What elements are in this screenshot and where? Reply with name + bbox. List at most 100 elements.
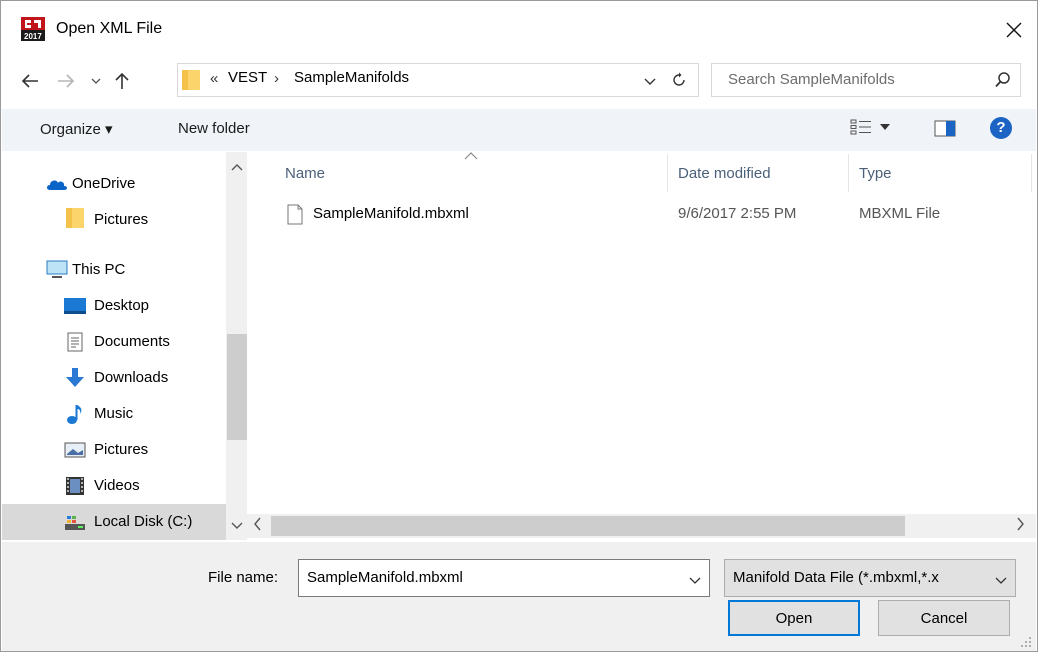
up-button[interactable] — [111, 69, 133, 93]
nav-item-local-disk[interactable]: Local Disk (C:) — [2, 504, 226, 540]
nav-label: Music — [94, 405, 134, 422]
recent-locations-button[interactable] — [85, 69, 107, 93]
nav-item-desktop[interactable]: Desktop — [2, 288, 226, 324]
overflow-chevron[interactable]: « — [210, 70, 218, 87]
pictures-icon — [64, 440, 86, 460]
organize-button[interactable]: Organize ▾ — [40, 120, 113, 138]
computer-icon — [46, 260, 68, 280]
breadcrumb-vest[interactable]: VEST — [228, 69, 267, 86]
command-bar: Organize ▾ New folder ? — [2, 109, 1036, 151]
search-icon — [994, 71, 1012, 93]
nav-label: Pictures — [94, 211, 149, 228]
open-button[interactable]: Open — [728, 600, 860, 636]
column-label: Type — [859, 165, 892, 182]
scroll-left-icon[interactable] — [253, 517, 261, 535]
app-logo-icon: 2017 — [21, 17, 45, 41]
local-disk-icon — [64, 512, 86, 532]
chevron-down-icon — [644, 78, 656, 85]
file-list-pane: Name Date modified Type SampleManifold.m… — [247, 152, 1036, 540]
refresh-icon — [673, 72, 685, 86]
chevron-down-icon[interactable] — [689, 572, 701, 589]
search-input[interactable]: Search SampleManifolds — [711, 63, 1021, 97]
open-file-dialog: 2017 Open XML File « VEST › SampleManifo… — [0, 0, 1038, 652]
address-dropdown-button[interactable] — [644, 73, 656, 90]
music-icon — [64, 404, 86, 424]
nav-vertical-scrollbar[interactable] — [226, 152, 248, 540]
file-type-select[interactable]: Manifold Data File (*.mbxml,*.x — [724, 559, 1016, 597]
svg-text:2017: 2017 — [24, 32, 42, 41]
folder-icon — [64, 208, 86, 228]
file-name: SampleManifold.mbxml — [313, 205, 469, 222]
nav-label: Desktop — [94, 297, 150, 314]
close-button[interactable] — [991, 1, 1037, 59]
file-name-label: File name: — [208, 569, 279, 586]
nav-label: Videos — [94, 477, 140, 494]
close-icon — [1006, 22, 1022, 38]
scroll-thumb[interactable] — [271, 516, 905, 536]
downloads-icon — [64, 368, 86, 388]
nav-item-documents[interactable]: Documents — [2, 324, 226, 360]
cancel-button[interactable]: Cancel — [878, 600, 1010, 636]
scroll-right-icon[interactable] — [1017, 517, 1025, 535]
window-title: Open XML File — [56, 20, 163, 37]
nav-label: Pictures — [94, 441, 149, 458]
nav-label: Downloads — [94, 369, 169, 386]
bottom-panel: File name: SampleManifold.mbxml Manifold… — [2, 542, 1036, 651]
scroll-thumb[interactable] — [227, 334, 247, 440]
nav-item-pictures[interactable]: Pictures — [2, 432, 226, 468]
nav-item-music[interactable]: Music — [2, 396, 226, 432]
videos-icon — [64, 476, 86, 496]
nav-item-videos[interactable]: Videos — [2, 468, 226, 504]
preview-pane-icon — [934, 120, 956, 137]
arrow-up-icon — [115, 72, 129, 89]
scroll-down-icon[interactable] — [231, 517, 243, 534]
resize-grip-icon[interactable] — [1020, 635, 1032, 647]
address-row: « VEST › SampleManifolds Search SampleMa… — [1, 61, 1037, 101]
file-type-value: Manifold Data File (*.mbxml,*.x — [733, 569, 939, 586]
arrow-right-icon — [58, 74, 75, 88]
file-name-field[interactable]: SampleManifold.mbxml — [298, 559, 710, 597]
change-view-button[interactable] — [850, 118, 890, 136]
nav-item-onedrive[interactable]: OneDrive — [2, 166, 226, 202]
caret-down-icon — [880, 124, 890, 130]
breadcrumb-separator[interactable]: › — [274, 70, 279, 87]
nav-label: OneDrive — [72, 175, 136, 192]
view-list-icon — [850, 119, 871, 135]
nav-label: This PC — [72, 261, 126, 278]
nav-label: Documents — [94, 333, 170, 350]
file-date-modified: 9/6/2017 2:55 PM — [678, 205, 797, 222]
nav-item-onedrive-pictures[interactable]: Pictures — [2, 202, 226, 238]
sort-ascending-icon — [464, 149, 478, 163]
documents-icon — [64, 332, 86, 352]
help-button[interactable]: ? — [990, 117, 1012, 139]
desktop-icon — [64, 296, 86, 316]
file-list-horizontal-scrollbar[interactable] — [247, 514, 1036, 538]
nav-label: Local Disk (C:) — [94, 513, 193, 530]
back-button[interactable] — [19, 69, 41, 93]
search-placeholder: Search SampleManifolds — [728, 71, 895, 88]
chevron-down-icon — [995, 572, 1007, 589]
column-divider[interactable] — [1031, 154, 1032, 192]
scroll-up-icon[interactable] — [231, 158, 243, 175]
title-bar: 2017 Open XML File — [1, 1, 1037, 61]
breadcrumb-samplemanifolds[interactable]: SampleManifolds — [294, 69, 409, 86]
forward-button[interactable] — [55, 69, 77, 93]
file-name-value: SampleManifold.mbxml — [307, 569, 463, 586]
address-bar[interactable]: « VEST › SampleManifolds — [177, 63, 699, 97]
refresh-button[interactable] — [668, 69, 690, 91]
preview-pane-button[interactable] — [934, 120, 956, 142]
file-type: MBXML File — [859, 205, 941, 222]
column-header-name[interactable]: Name — [247, 152, 667, 196]
new-folder-button[interactable]: New folder — [178, 120, 250, 137]
column-header-date-modified[interactable]: Date modified — [668, 152, 848, 196]
arrow-left-icon — [21, 74, 38, 88]
navigation-pane: OneDrive Pictures This PC Desktop Docume… — [2, 152, 248, 540]
column-header-type[interactable]: Type — [849, 152, 1029, 196]
nav-item-downloads[interactable]: Downloads — [2, 360, 226, 396]
folder-icon — [182, 69, 200, 91]
file-row[interactable]: SampleManifold.mbxml 9/6/2017 2:55 PM MB… — [247, 200, 1036, 230]
onedrive-icon — [46, 174, 68, 194]
column-label: Date modified — [678, 165, 771, 182]
file-icon — [287, 204, 303, 225]
nav-item-this-pc[interactable]: This PC — [2, 252, 226, 288]
